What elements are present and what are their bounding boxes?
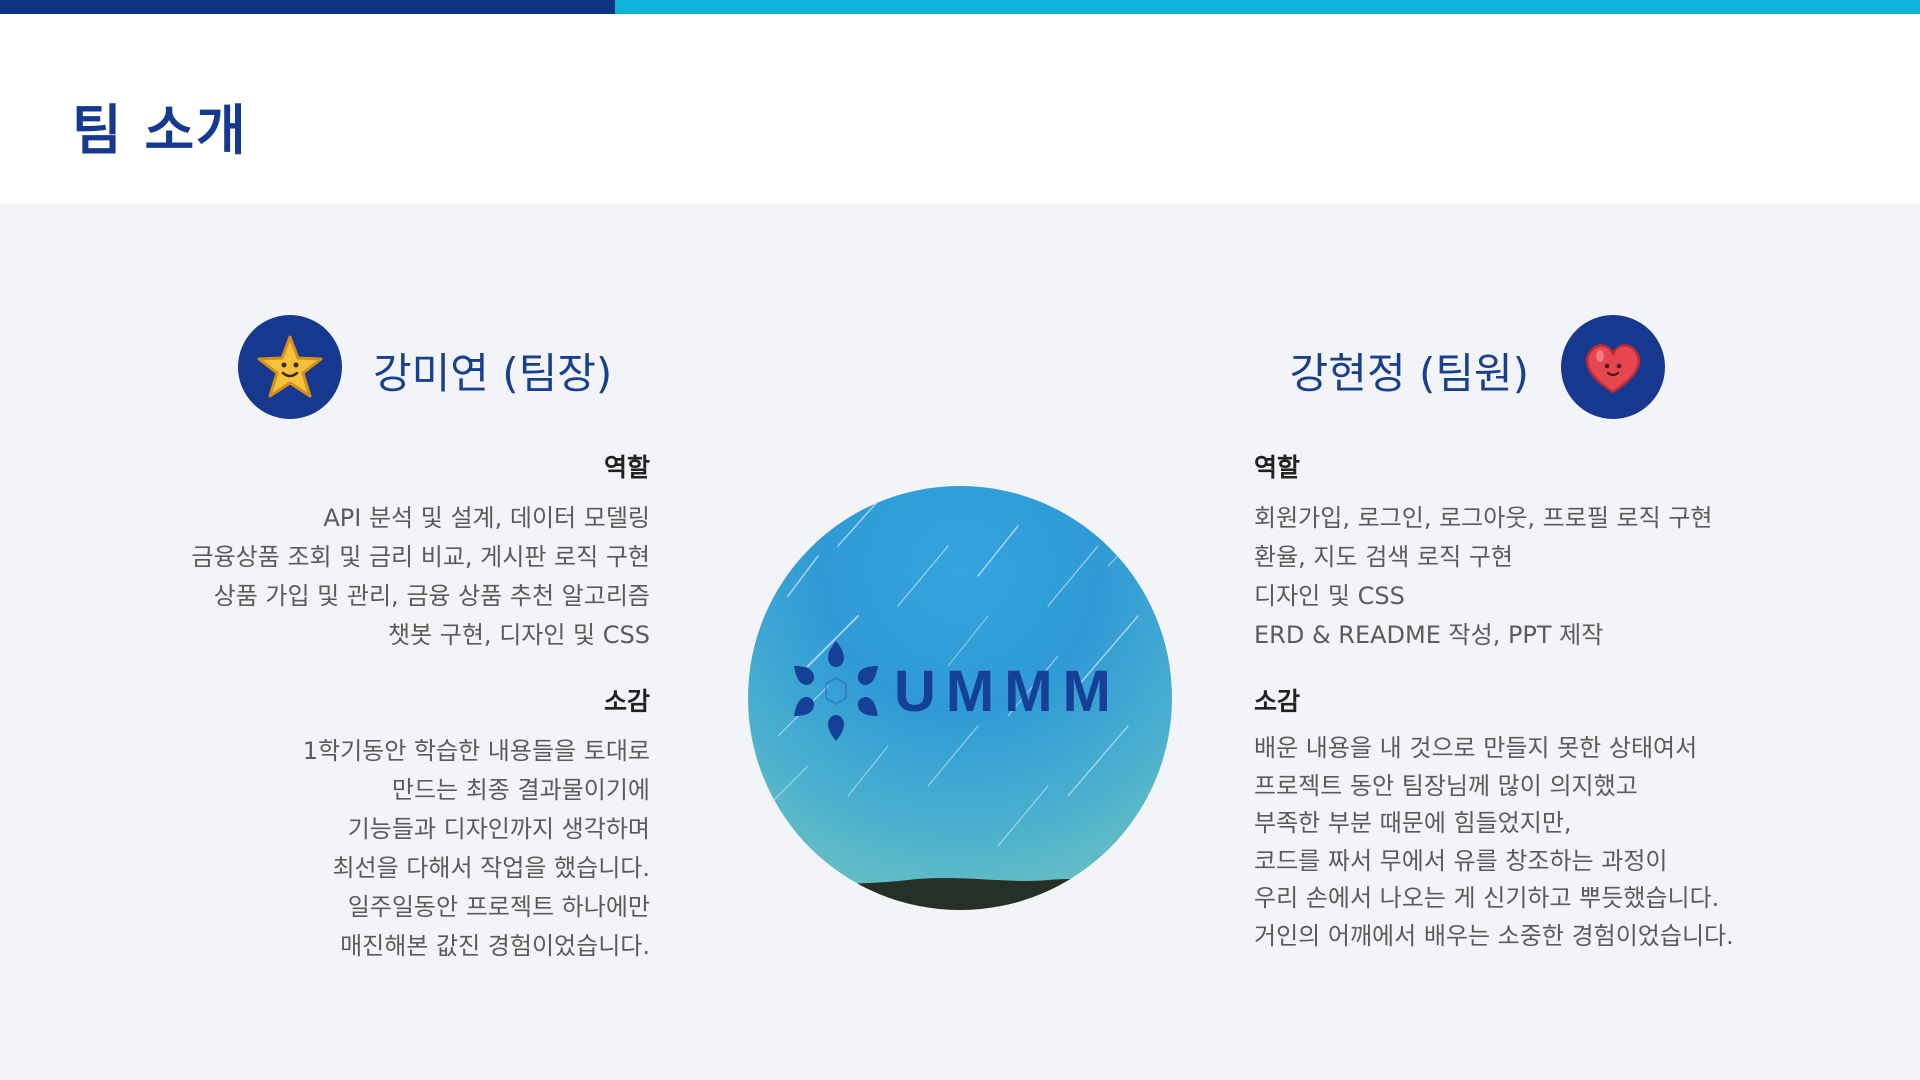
top-bar-dark-segment: [0, 0, 615, 14]
list-item: 환율, 지도 검색 로직 구현: [1254, 543, 1513, 571]
logo-text: UMMM: [894, 658, 1121, 724]
review-label-member: 소감: [1254, 687, 1301, 716]
heart-icon: [1585, 344, 1641, 394]
role-label-member: 역할: [1254, 453, 1301, 482]
list-item: 거인의 어깨에서 배우는 소중한 경험이었습니다.: [1254, 921, 1734, 950]
member-name-leader: 강미연 (팀장): [373, 349, 613, 398]
list-item: 상품 가입 및 관리, 금융 상품 추천 알고리즘: [213, 582, 650, 610]
list-item: 최선을 다해서 작업을 했습니다.: [332, 854, 650, 882]
list-item: 기능들과 디자인까지 생각하며: [347, 815, 650, 843]
list-item: 부족한 부분 때문에 힘들었지만,: [1254, 809, 1572, 837]
top-accent-bar: [0, 0, 1920, 14]
list-item: 코드를 짜서 무에서 유를 창조하는 과정이: [1254, 846, 1668, 875]
list-item: 프로젝트 동안 팀장님께 많이 의지했고: [1254, 771, 1638, 800]
list-item: 1학기동안 학습한 내용들을 토대로: [302, 737, 650, 765]
list-item: 일주일동안 프로젝트 하나에만: [347, 893, 650, 921]
list-item: ERD & README 작성, PPT 제작: [1254, 621, 1604, 649]
list-item: 배운 내용을 내 것으로 만들지 못한 상태여서: [1254, 734, 1698, 762]
list-item: 금융상품 조회 및 금리 비교, 게시판 로직 구현: [191, 543, 650, 571]
role-label-leader: 역할: [603, 453, 650, 482]
flower-logo-icon: [794, 641, 878, 741]
logo: UMMM: [786, 636, 1121, 746]
role-list-leader: API 분석 및 설계, 데이터 모델링 금융상품 조회 및 금리 비교, 게시…: [192, 499, 650, 655]
list-item: 만드는 최종 결과물이기에: [391, 776, 650, 804]
list-item: 우리 손에서 나오는 게 신기하고 뿌듯했습니다.: [1254, 884, 1720, 912]
member-name-member: 강현정 (팀원): [1289, 349, 1529, 398]
list-item: 디자인 및 CSS: [1254, 582, 1405, 610]
team-logo-image: UMMM: [748, 486, 1172, 910]
hill-silhouette: [748, 878, 1172, 910]
avatar-leader: [238, 315, 342, 419]
role-list-member: 회원가입, 로그인, 로그아웃, 프로필 로직 구현 환율, 지도 검색 로직 …: [1254, 499, 1712, 655]
list-item: 회원가입, 로그인, 로그아웃, 프로필 로직 구현: [1254, 504, 1713, 532]
list-item: 매진해본 값진 경험이었습니다.: [340, 932, 650, 960]
top-bar-light-segment: [615, 0, 1920, 14]
review-text-member: 배운 내용을 내 것으로 만들지 못한 상태여서 프로젝트 동안 팀장님께 많이…: [1254, 730, 1734, 955]
list-item: API 분석 및 설계, 데이터 모델링: [323, 504, 650, 532]
header: 팀 소개: [0, 14, 1920, 204]
page-title: 팀 소개: [72, 99, 248, 162]
list-item: 챗봇 구현, 디자인 및 CSS: [387, 621, 650, 649]
avatar-member: [1561, 315, 1665, 419]
review-label-leader: 소감: [603, 687, 650, 716]
star-icon: [257, 335, 323, 398]
review-text-leader: 1학기동안 학습한 내용들을 토대로 만드는 최종 결과물이기에 기능들과 디자…: [303, 732, 650, 966]
